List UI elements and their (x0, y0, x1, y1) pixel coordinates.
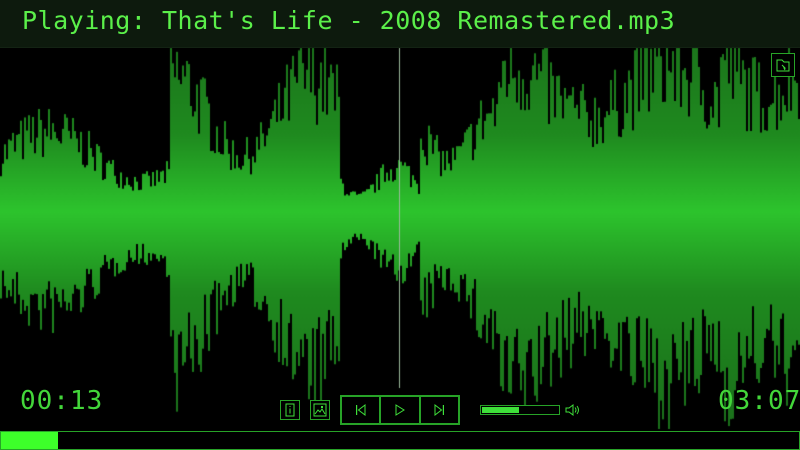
now-playing-title: Playing: That's Life - 2008 Remastered.m… (22, 6, 676, 35)
transport-controls (340, 395, 460, 425)
play-button[interactable] (381, 397, 421, 423)
previous-button[interactable] (342, 397, 382, 423)
image-icon (313, 403, 327, 417)
next-button[interactable] (421, 397, 458, 423)
image-button[interactable] (310, 400, 330, 420)
play-icon (395, 404, 405, 416)
waveform-visualizer (0, 0, 800, 450)
open-folder-button[interactable] (771, 53, 795, 77)
skip-next-icon (434, 404, 445, 416)
title-bar: Playing: That's Life - 2008 Remastered.m… (0, 0, 800, 48)
open-folder-icon (776, 59, 790, 72)
elapsed-time: 00:13 (20, 386, 104, 416)
info-icon (285, 403, 295, 417)
info-button[interactable] (280, 400, 300, 420)
volume-slider[interactable] (480, 405, 560, 415)
skip-previous-icon (355, 404, 366, 416)
seek-bar[interactable] (0, 431, 800, 450)
speaker-icon[interactable] (564, 402, 580, 418)
total-time: 03:07 (718, 386, 800, 416)
volume-level (482, 407, 519, 413)
seek-bar-fill (1, 432, 59, 449)
